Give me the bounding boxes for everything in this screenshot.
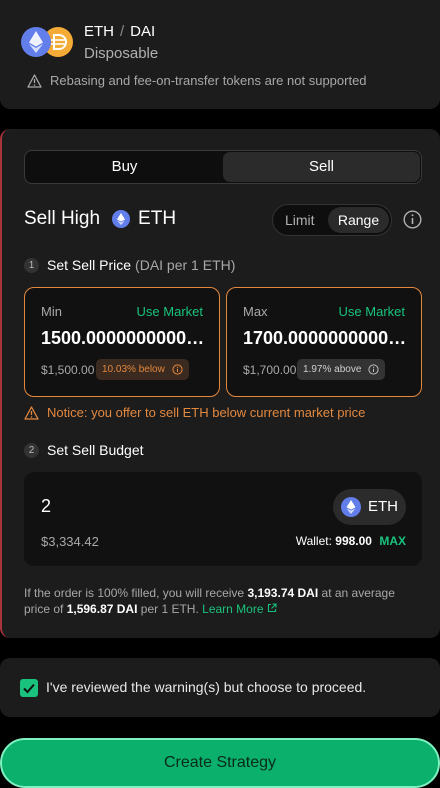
sell-heading-text: Sell High [24, 208, 101, 229]
step-number: 1 [24, 257, 39, 273]
summary-text-1: If the order is 100% filled, you will re… [24, 586, 245, 600]
wallet-label: Wallet: [295, 534, 332, 548]
warning-acknowledgement: I've reviewed the warning(s) but choose … [0, 658, 440, 717]
token-warning-text: Rebasing and fee-on-transfer tokens are … [50, 73, 367, 88]
max-use-market-button[interactable]: Use Market [339, 304, 405, 319]
max-price-box[interactable]: Max Use Market 1700.000000000000000000 $… [226, 287, 422, 397]
pair-quote: DAI [130, 23, 156, 40]
warning-icon [27, 73, 42, 88]
order-summary: If the order is 100% filled, you will re… [24, 585, 420, 617]
info-icon[interactable] [403, 210, 422, 229]
sell-tab[interactable]: Sell [223, 152, 420, 182]
range-option[interactable]: Range [328, 207, 389, 233]
external-link-icon [267, 603, 277, 613]
learn-more-text: Learn More [202, 602, 264, 616]
max-market-diff-badge: 1.97% above [297, 359, 386, 380]
pair-separator: / [120, 23, 125, 40]
sell-heading: Sell High ETH [24, 208, 176, 230]
sell-heading-token: ETH [138, 208, 177, 229]
step-set-sell-budget: 2 Set Sell Budget [24, 442, 144, 458]
wallet-value: 998.00 [335, 534, 372, 548]
eth-token-icon [341, 497, 361, 517]
learn-more-link[interactable]: Learn More [202, 602, 277, 616]
pair-base: ETH [84, 23, 114, 40]
info-icon [172, 364, 183, 375]
eth-token-icon [112, 210, 131, 228]
budget-token-pill: ETH [333, 489, 406, 525]
min-label: Min [41, 304, 62, 319]
summary-average-price: 1,596.87 DAI [66, 602, 138, 616]
step-number: 2 [24, 442, 39, 458]
summary-text-3: per 1 ETH. [140, 602, 199, 616]
strategy-type: Disposable [84, 45, 159, 62]
max-label: Max [243, 304, 268, 319]
token-warning: Rebasing and fee-on-transfer tokens are … [27, 73, 367, 88]
acknowledge-checkbox[interactable] [20, 679, 38, 697]
sell-order-card: Buy Sell Sell High ETH Limit Range 1 Set… [0, 129, 440, 638]
max-market-diff-text: 1.97% above [303, 364, 362, 375]
warning-icon [24, 405, 39, 420]
acknowledge-label: I've reviewed the warning(s) but choose … [46, 679, 367, 695]
limit-option[interactable]: Limit [285, 212, 315, 228]
budget-box: 2 $3,334.42 ETH Wallet: 998.00 MAX [24, 472, 422, 566]
buy-tab[interactable]: Buy [26, 152, 223, 182]
step-set-sell-price: 1 Set Sell Price (DAI per 1 ETH) [24, 257, 235, 273]
min-price-box[interactable]: Min Use Market 1500.000000000000000000 $… [24, 287, 220, 397]
buy-sell-toggle: Buy Sell [24, 150, 422, 184]
step-title: Set Sell Budget [47, 442, 144, 458]
eth-token-icon [21, 27, 51, 57]
step-unit: (DAI per 1 ETH) [135, 257, 236, 273]
min-price-input[interactable]: 1500.000000000000000000 [41, 328, 205, 349]
wallet-balance: Wallet: 998.00 MAX [296, 534, 406, 548]
budget-amount-input[interactable]: 2 [41, 496, 51, 517]
step-title: Set Sell Price [47, 257, 132, 273]
market-price-notice: Notice: you offer to sell ETH below curr… [24, 405, 365, 420]
notice-text: Notice: you offer to sell ETH below curr… [47, 405, 366, 420]
limit-range-toggle: Limit Range [272, 204, 392, 236]
budget-token-label: ETH [368, 498, 398, 515]
min-fiat-value: $1,500.00 [41, 363, 95, 377]
pair-token-icons [21, 27, 75, 57]
min-market-diff-badge: 10.03% below [96, 359, 189, 380]
max-fiat-value: $1,700.00 [243, 363, 297, 377]
max-price-input[interactable]: 1700.000000000000000000 [243, 328, 407, 349]
pair-title: ETH / DAI [84, 23, 155, 40]
max-button[interactable]: MAX [379, 534, 406, 548]
info-icon [368, 364, 379, 375]
budget-fiat-value: $3,334.42 [41, 534, 99, 549]
min-market-diff-text: 10.03% below [102, 364, 165, 375]
checkmark-icon [23, 683, 35, 694]
summary-receive-amount: 3,193.74 DAI [247, 586, 319, 600]
create-strategy-button[interactable]: Create Strategy [0, 738, 440, 788]
pair-card: ETH / DAI Disposable Rebasing and fee-on-t… [0, 0, 440, 109]
min-use-market-button[interactable]: Use Market [137, 304, 203, 319]
